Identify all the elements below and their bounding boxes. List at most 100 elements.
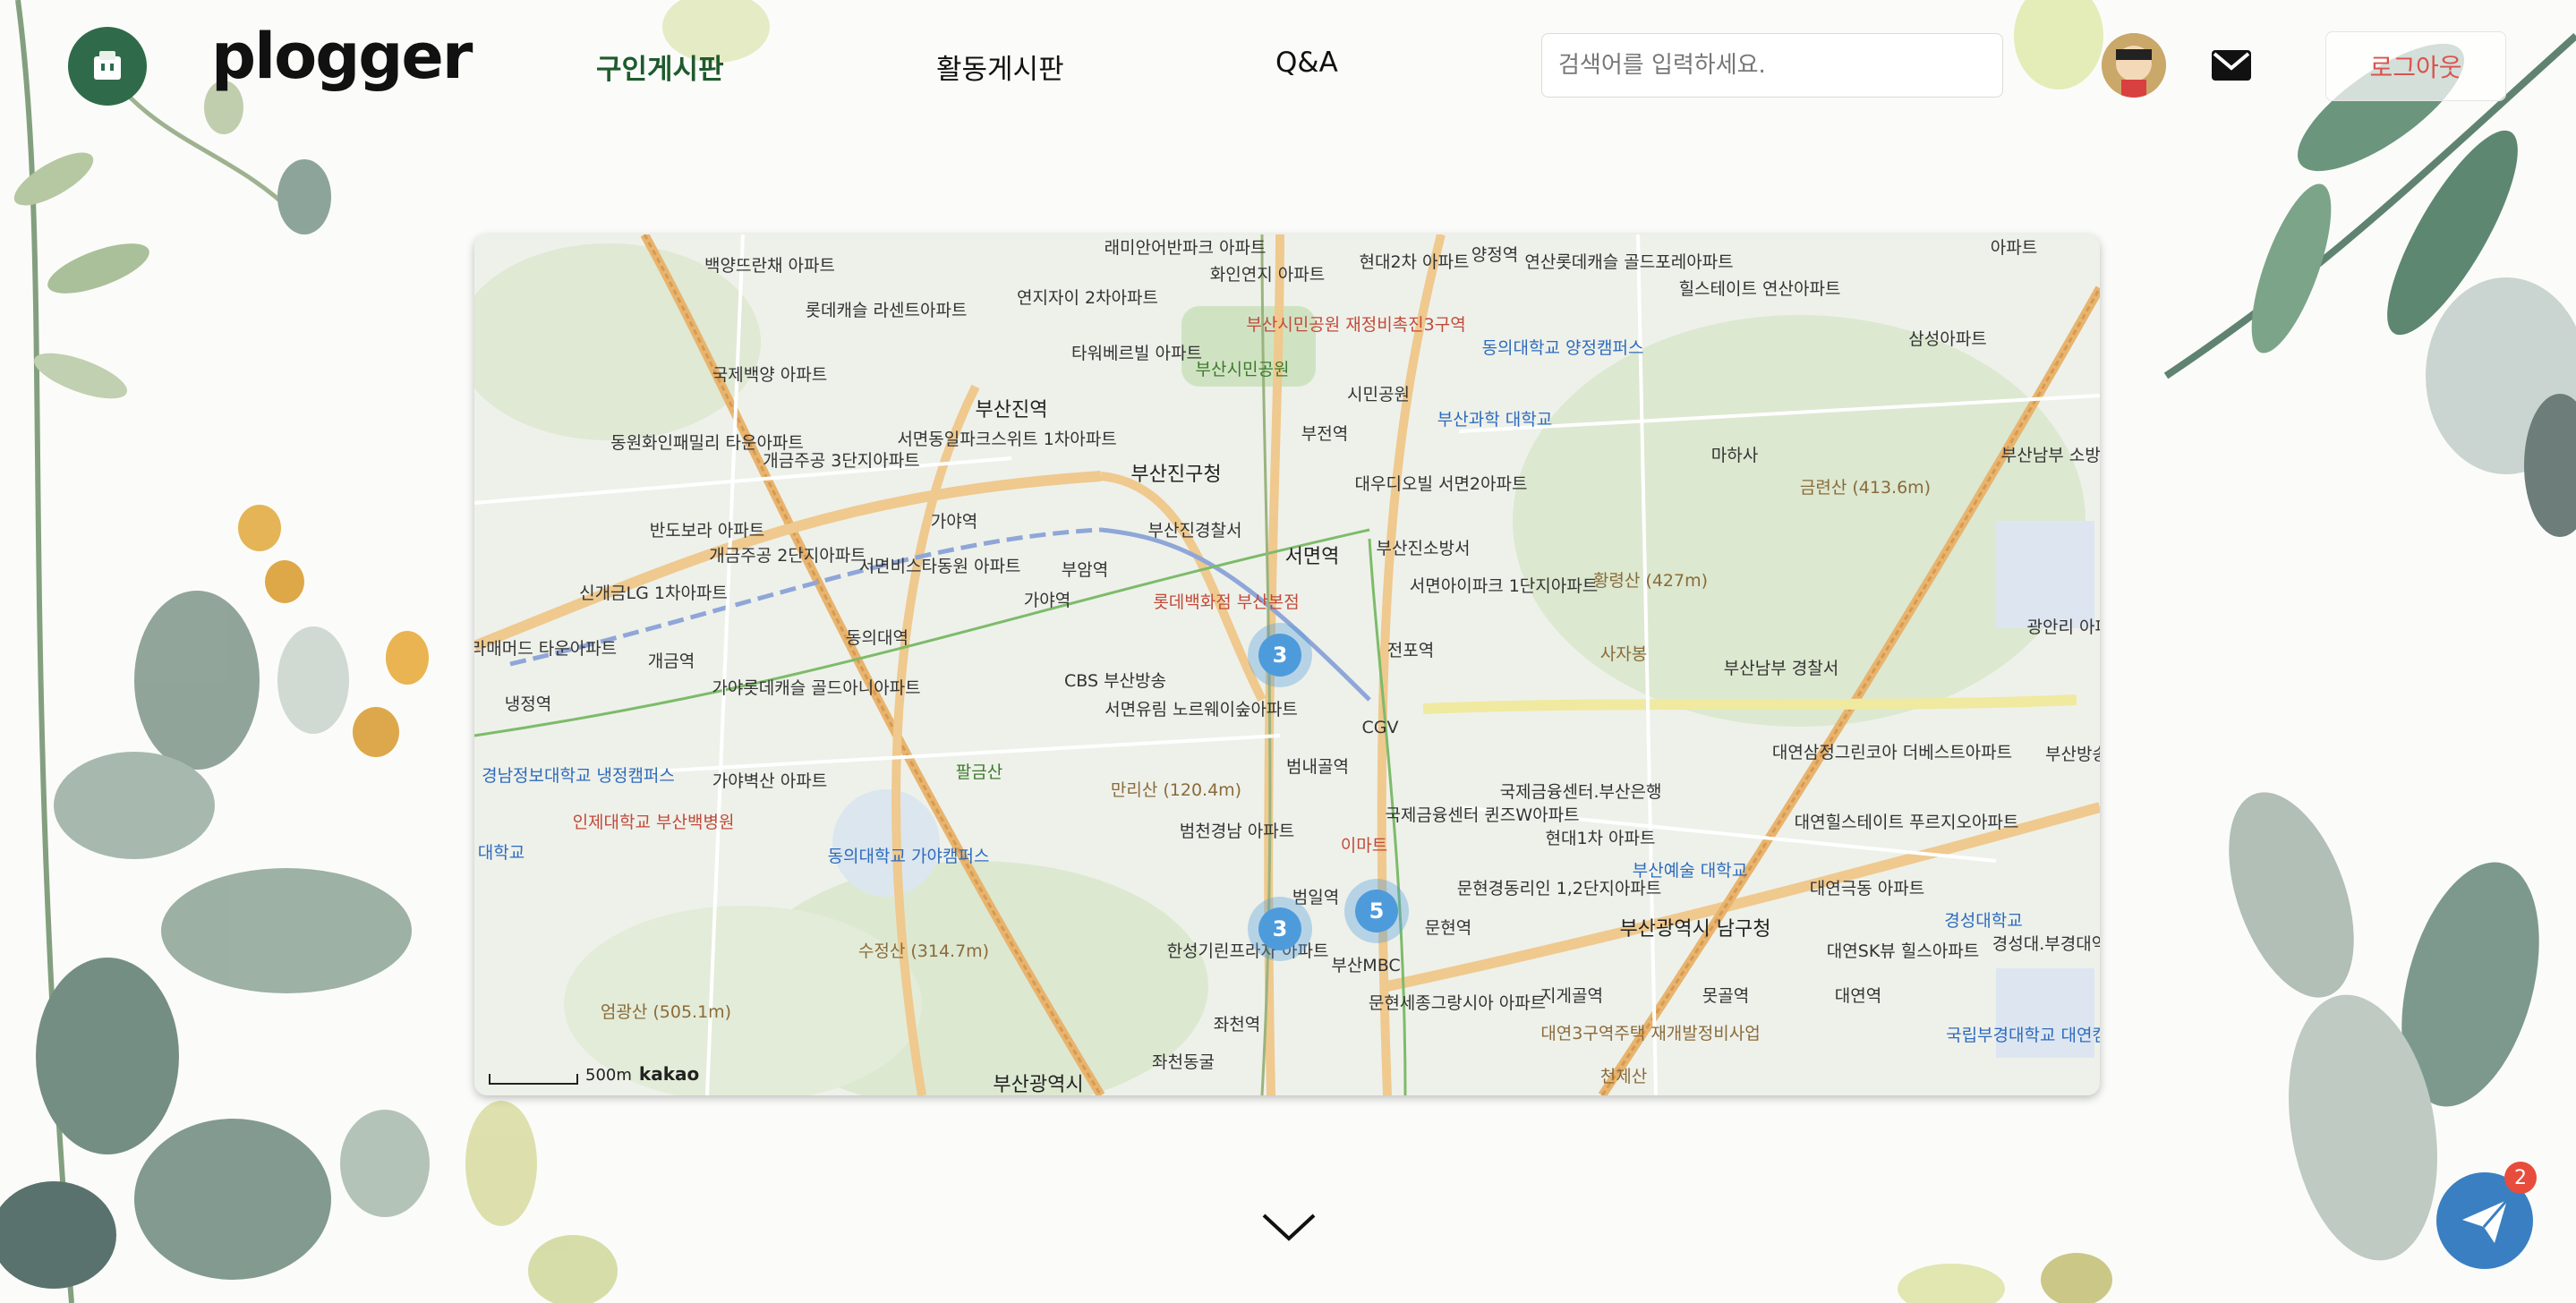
map-label: 현대2차 아파트 bbox=[1359, 252, 1470, 272]
map-label: 부산진소방서 bbox=[1376, 539, 1471, 558]
map-label: 부산남부 소방서 bbox=[2000, 446, 2100, 465]
brand-name[interactable]: plogger bbox=[211, 20, 473, 93]
map-label: 대연삼정그린코아 더베스트아파트 bbox=[1771, 743, 2013, 762]
logo-icon[interactable] bbox=[68, 27, 147, 106]
map-cluster-marker[interactable]: 3 bbox=[1258, 907, 1301, 950]
map-label: 롯데캐슬 라센트아파트 bbox=[805, 301, 968, 320]
map-label: 가야롯데캐슬 골드아니아파트 bbox=[712, 678, 921, 698]
map-scale: 500m kakao bbox=[489, 1063, 699, 1085]
map-label: 경성대학교 bbox=[1944, 911, 2023, 931]
map-label: 못골역 bbox=[1702, 986, 1750, 1006]
map-label: 부산진역 bbox=[975, 399, 1048, 422]
paper-plane-icon bbox=[2462, 1199, 2509, 1243]
map-label: 문현경동리인 1,2단지아파트 bbox=[1456, 879, 1662, 898]
nav-activity-board[interactable]: 활동게시판 bbox=[936, 47, 1064, 87]
map-label: 대연SK뷰 힐스아파트 bbox=[1826, 941, 1980, 961]
map-label: 경성대.부경대역 bbox=[1992, 934, 2100, 954]
map-label: 반도보라 아파트 bbox=[649, 521, 765, 541]
map-label: 대우디오빌 서면2아파트 bbox=[1354, 474, 1528, 494]
map-label: 시민공원 bbox=[1347, 385, 1410, 405]
map-label: 만리산 (120.4m) bbox=[1110, 780, 1242, 800]
map-label: 현대1차 아파트 bbox=[1545, 829, 1656, 848]
map-label: 부산예술 대학교 bbox=[1632, 861, 1748, 881]
avatar[interactable] bbox=[2102, 33, 2166, 98]
logout-button[interactable]: 로그아웃 bbox=[2325, 31, 2506, 101]
map-label: 국제금융센터 퀸즈W아파트 bbox=[1385, 805, 1580, 825]
nav-qna[interactable]: Q&A bbox=[1275, 47, 1338, 79]
map-cluster-marker[interactable]: 3 bbox=[1258, 634, 1301, 677]
map-label: 국제금융센터.부산은행 bbox=[1499, 782, 1662, 802]
map-label: 범천경남 아파트 bbox=[1179, 822, 1295, 841]
map-label: 양정역 bbox=[1471, 245, 1519, 265]
map-label: 개금주공 2단지아파트 bbox=[709, 546, 866, 566]
map-label: 화인연지 아파트 bbox=[1209, 265, 1326, 285]
cluster-map[interactable]: 래미안어반파크 아파트 화인연지 아파트 현대2차 아파트 양정역 연산롯데캐슬… bbox=[474, 234, 2100, 1095]
map-label: 사자봉 bbox=[1599, 644, 1648, 664]
map-label: 황령산 (427m) bbox=[1592, 571, 1709, 591]
map-label: CGV bbox=[1361, 718, 1399, 737]
map-attribution[interactable]: kakao bbox=[639, 1063, 699, 1085]
map-label: 가야벽산 아파트 bbox=[712, 771, 828, 791]
map-label: 연지자이 2차아파트 bbox=[1017, 288, 1158, 308]
mail-icon[interactable] bbox=[2209, 45, 2254, 86]
map-label: 서면유림 노르웨이숲아파트 bbox=[1105, 700, 1298, 720]
map-label: 동의대학교 가야캠퍼스 bbox=[827, 847, 990, 866]
map-label: 롯데백화점 부산본점 bbox=[1153, 592, 1300, 612]
map-label: 천제산 bbox=[1599, 1067, 1648, 1086]
map-label: 부전역 bbox=[1301, 424, 1349, 444]
map-label: 냉정역 bbox=[504, 694, 552, 714]
map-label: 광안리 아파트 bbox=[2026, 617, 2100, 637]
map-label: 가야역 bbox=[930, 512, 978, 532]
map-label: 동원화인패밀리 타운아파트 bbox=[610, 433, 804, 453]
map-label: 문현세종그랑시아 아파트 bbox=[1368, 993, 1547, 1013]
map-label: 범일역 bbox=[1292, 888, 1340, 907]
map-label: 대연극동 아파트 bbox=[1809, 879, 1925, 898]
map-label: 국제백양 아파트 bbox=[712, 365, 828, 385]
map-label: 전포역 bbox=[1386, 641, 1435, 660]
map-label: CBS 부산방송 bbox=[1064, 671, 1166, 691]
map-label: 부산남부 경찰서 bbox=[1723, 659, 1839, 678]
map-label: 개금주공 3단지아파트 bbox=[763, 451, 920, 471]
map-label: 엄광산 (505.1m) bbox=[600, 1002, 732, 1022]
map-label: 타워베르빌 아파트 bbox=[1071, 344, 1202, 363]
map-label: 인제대학교 부산백병원 bbox=[572, 813, 735, 832]
map-label: 부산광역시 남구청 bbox=[1619, 918, 1771, 941]
map-label: 힐스테이트 연산아파트 bbox=[1678, 279, 1841, 299]
map-label: 지게골역 bbox=[1540, 986, 1603, 1006]
search-input[interactable] bbox=[1541, 33, 2003, 98]
map-label: 부암역 bbox=[1061, 560, 1109, 580]
map-label: 부산시민공원 재정비촉진3구역 bbox=[1246, 315, 1466, 335]
map-label: 연산롯데캐슬 골드포레아파트 bbox=[1524, 252, 1734, 272]
map-label: 범내골역 bbox=[1286, 757, 1349, 777]
map-label: 마하사 bbox=[1710, 446, 1759, 465]
map-label: 좌천역 bbox=[1213, 1015, 1261, 1035]
map-label: 도보라매머드 타운아파트 bbox=[474, 639, 618, 659]
nav-job-board[interactable]: 구인게시판 bbox=[596, 47, 724, 87]
notification-badge: 2 bbox=[2504, 1162, 2537, 1194]
map-label: 부산방송 bbox=[2045, 745, 2100, 764]
map-label: 개금역 bbox=[647, 652, 695, 671]
map-label: 한성기린프라자 아파트 bbox=[1166, 941, 1329, 961]
map-label: 신개금LG 1차아파트 bbox=[579, 583, 728, 603]
map-label: 서면아이파크 1단지아파트 bbox=[1409, 576, 1599, 596]
map-label: 문현역 bbox=[1424, 918, 1472, 938]
map-cluster-marker[interactable]: 5 bbox=[1355, 890, 1398, 933]
map-label: 서면동일파크스위트 1차아파트 bbox=[897, 430, 1117, 449]
map-label: 대연3구역주택 재개발정비사업 bbox=[1540, 1024, 1761, 1043]
map-label: 가야역 bbox=[1023, 591, 1071, 610]
map-label: 수정산 (314.7m) bbox=[857, 941, 990, 961]
chevron-down-icon[interactable] bbox=[1260, 1212, 1318, 1242]
map-label: 부산MBC bbox=[1331, 956, 1401, 975]
map-label: 부산진구청 bbox=[1130, 464, 1222, 486]
map-label: 대학교 bbox=[477, 843, 525, 863]
map-label: 국립부경대학교 대연캠퍼스 bbox=[1946, 1026, 2100, 1045]
map-label: 대연힐스테이트 푸르지오아파트 bbox=[1794, 813, 2019, 832]
map-label: 대연역 bbox=[1834, 986, 1882, 1006]
map-label: 백양뜨란채 아파트 bbox=[704, 256, 835, 276]
map-label: 부산광역시 bbox=[993, 1074, 1084, 1095]
top-navigation-bar: plogger 구인게시판 활동게시판 Q&A 로그아웃 bbox=[0, 0, 2576, 134]
map-label: 래미안어반파크 아파트 bbox=[1104, 238, 1267, 258]
map-label: 서면비스타동원 아파트 bbox=[858, 557, 1021, 576]
scale-label: 500m bbox=[585, 1066, 632, 1085]
map-label: 동의대역 bbox=[846, 628, 908, 648]
